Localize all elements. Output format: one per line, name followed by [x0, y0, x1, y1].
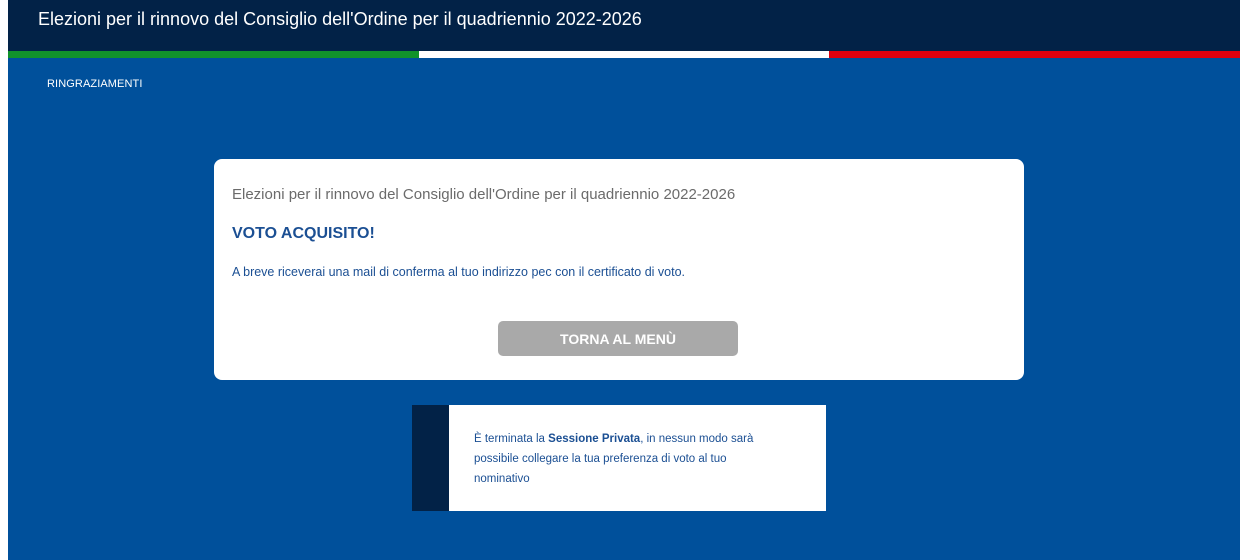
flag-green-band [8, 51, 419, 58]
back-to-menu-button[interactable]: TORNA AL MENÙ [498, 321, 738, 356]
page-title: Elezioni per il rinnovo del Consiglio de… [38, 9, 642, 29]
page-frame: Elezioni per il rinnovo del Consiglio de… [8, 0, 1240, 560]
flag-white-band [418, 51, 830, 58]
card-title: Elezioni per il rinnovo del Consiglio de… [232, 186, 736, 203]
italian-flag-stripe [8, 51, 1240, 58]
notice-session-name: Sessione Privata [548, 433, 641, 445]
section-label: RINGRAZIAMENTI [47, 78, 143, 90]
notice-text: È terminata la Sessione Privata, in ness… [449, 405, 774, 511]
confirmation-card: Elezioni per il rinnovo del Consiglio de… [214, 159, 1024, 380]
notice-stripe [412, 405, 449, 511]
flag-red-band [829, 51, 1240, 58]
privacy-notice: È terminata la Sessione Privata, in ness… [412, 405, 826, 511]
notice-prefix: È terminata la [474, 433, 549, 445]
vote-confirmed-heading: VOTO ACQUISITO! [232, 225, 375, 242]
confirmation-message: A breve riceverai una mail di conferma a… [232, 265, 685, 279]
top-bar: Elezioni per il rinnovo del Consiglio de… [8, 0, 1240, 51]
